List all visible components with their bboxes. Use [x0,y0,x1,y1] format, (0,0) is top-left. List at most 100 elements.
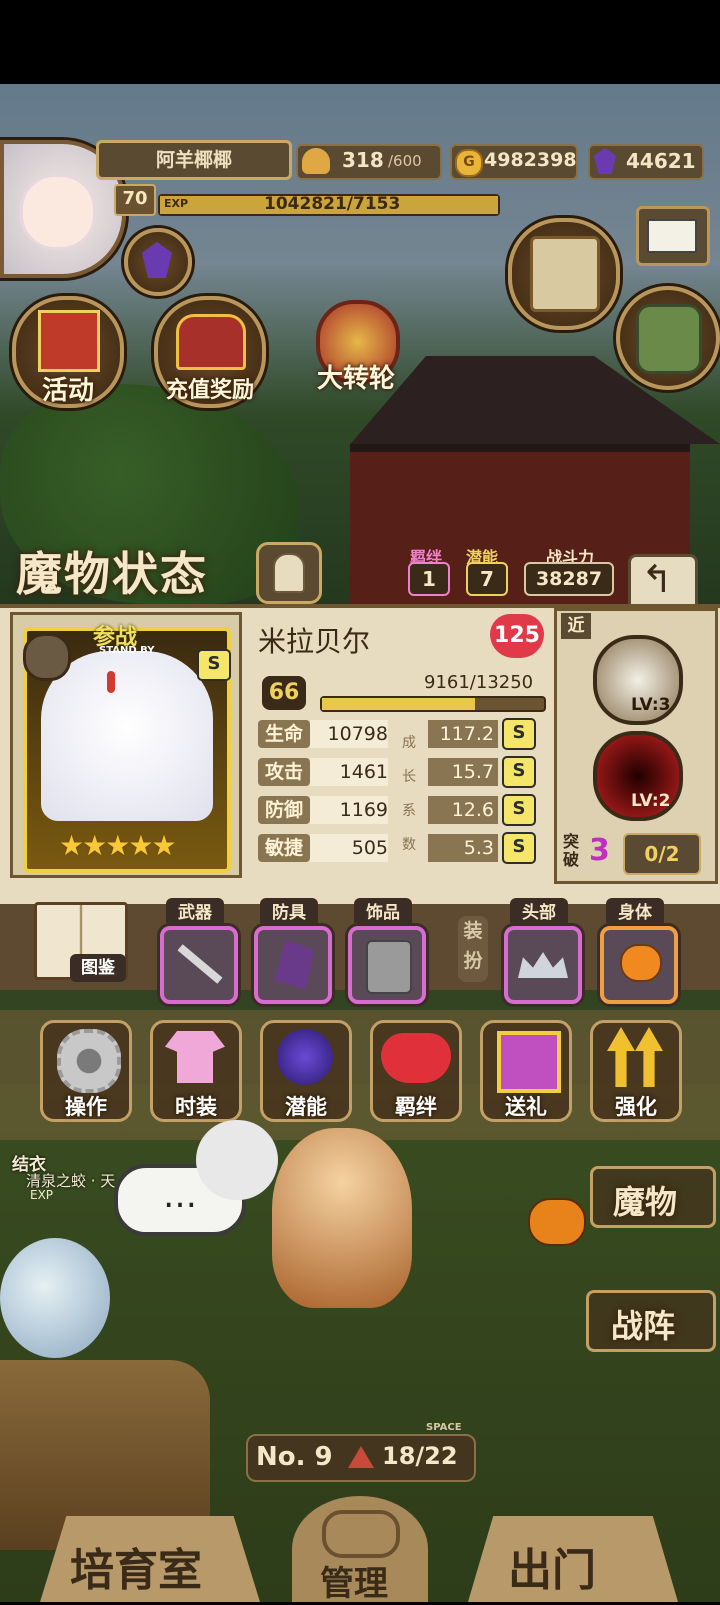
monster-name: 米拉贝尔 [258,625,371,658]
monster-exp-fill [322,698,476,710]
grade-badge: S [502,718,536,750]
standby-sub-label: STAND BY [99,645,155,656]
enhance-button[interactable]: 强化 [590,1020,682,1122]
hearts-icon [381,1033,451,1083]
star-icon: ★ [82,829,107,862]
wheel-button[interactable]: 大转轮 [298,296,414,400]
body-label: 身体 [606,898,664,923]
stamina-value: 318 [342,148,384,172]
stat-label: 生命 [258,720,310,748]
fashion-button[interactable]: 时装 [150,1020,242,1122]
padlock-icon [273,553,305,593]
player-name-plate[interactable]: 阿羊椰椰 [96,140,292,180]
accessory-label: 饰品 [354,898,412,923]
lock-button[interactable] [256,542,322,604]
menu-label: 强化 [615,1095,657,1119]
monster-nav-button[interactable]: 魔物 [590,1166,716,1228]
skill-1-button[interactable]: LV:3 [593,635,683,725]
sword-icon [177,944,223,984]
armor-label: 防具 [260,898,318,923]
guide-book-button[interactable]: 图鉴 [30,902,130,986]
growth-value: 5.3 [428,834,498,862]
gem-plus-icon [142,242,172,278]
head-slot[interactable] [504,926,582,1004]
element-icon [23,633,71,681]
heart-badge: 125 [490,614,544,658]
breakthrough-progress[interactable]: 0/2 [623,833,701,875]
exit-button[interactable]: 出门 [468,1516,678,1602]
menu-label: 操作 [65,1095,107,1119]
scroll-icon [530,236,600,312]
operation-button[interactable]: 操作 [40,1020,132,1122]
monster-portrait [41,651,213,821]
quest-scroll-button[interactable] [508,218,620,330]
bread-icon [302,148,330,174]
monster-status-title: 魔物状态 [16,547,208,601]
stamina-max: /600 [388,152,422,170]
formation-nav-button[interactable]: 战阵 [586,1290,716,1352]
stat-value: 1169 [310,796,388,824]
breakthrough-value: 3 [589,833,610,868]
growth-value: 117.2 [428,720,498,748]
growth-char: 长 [402,769,416,785]
star-icon: ★ [128,829,153,862]
room-number: No. 9 [256,1442,333,1472]
npc-exp-label: EXP [30,1188,54,1202]
back-button[interactable]: ↰ [628,554,698,610]
monster-card[interactable]: 参战 STAND BY S ★★★★★ [10,612,242,878]
nursery-button[interactable]: 培育室 [40,1516,260,1602]
cloak-icon [274,940,314,990]
body-slot[interactable] [600,926,678,1004]
head-label: 头部 [510,898,568,923]
gift-icon [497,1031,561,1093]
star-icon: ★ [59,829,84,862]
room-plate: No. 9 SPACE 18/22 [246,1422,476,1482]
bond-value: 1 [408,562,450,596]
chat-ellipsis: … [163,1176,197,1216]
exp-label: EXP [164,197,189,210]
activity-button[interactable]: 活动 [12,296,124,408]
gold-counter[interactable]: G 4982398 [450,144,578,180]
gold-value: 4982398 [484,149,577,171]
monster-exp-text: 9161/13250 [424,672,534,693]
potential-button[interactable]: 潜能 [260,1020,352,1122]
exp-bar: EXP 1042821/7153 [158,194,500,216]
manage-button[interactable]: 管理 [292,1496,428,1604]
stamina-counter[interactable]: 318 /600 [296,144,442,180]
gem-counter[interactable]: 44621 [588,144,704,180]
gift-button[interactable]: 送礼 [480,1020,572,1122]
breakthrough-label: 突破 [563,832,580,869]
menu-row: 操作 时装 潜能 羁绊 送礼 强化 [0,1010,720,1140]
accessory-slot[interactable] [348,926,426,1004]
demon-icon [277,1029,333,1085]
monster-panel: 参战 STAND BY S ★★★★★ 米拉贝尔 125 66 9161/132… [0,604,720,908]
backpack-button[interactable] [616,286,720,390]
white-hair-monster [0,1238,110,1358]
bond-button[interactable]: 羁绊 [370,1020,462,1122]
avatar-face [20,174,96,250]
armor-slot[interactable] [254,926,332,1004]
envelope-icon [647,219,697,253]
space-value: 18/22 [382,1442,458,1470]
mail-button[interactable] [636,206,710,266]
girl-character[interactable] [272,1128,412,1308]
exit-label: 出门 [508,1545,596,1596]
player-name: 阿羊椰椰 [155,149,232,171]
formation-nav-label: 战阵 [611,1307,676,1345]
range-tag: 近 [561,613,591,639]
growth-char: 数 [402,837,416,853]
menu-label: 时装 [175,1095,217,1119]
stat-value: 10798 [310,720,388,748]
add-gem-button[interactable] [124,228,192,296]
stat-value: 1461 [310,758,388,786]
weapon-slot[interactable] [160,926,238,1004]
skill-column: 近 LV:3 LV:2 突破 3 0/2 [554,608,718,884]
tiara-icon [518,952,568,978]
grade-badge: S [502,832,536,864]
fox-character [196,1120,278,1200]
recharge-reward-button[interactable]: 充值奖励 [154,296,266,408]
clothes-icon [165,1031,225,1083]
stat-value: 505 [310,834,388,862]
skill-2-button[interactable]: LV:2 [593,731,683,821]
monster-nav-label: 魔物 [613,1183,678,1221]
